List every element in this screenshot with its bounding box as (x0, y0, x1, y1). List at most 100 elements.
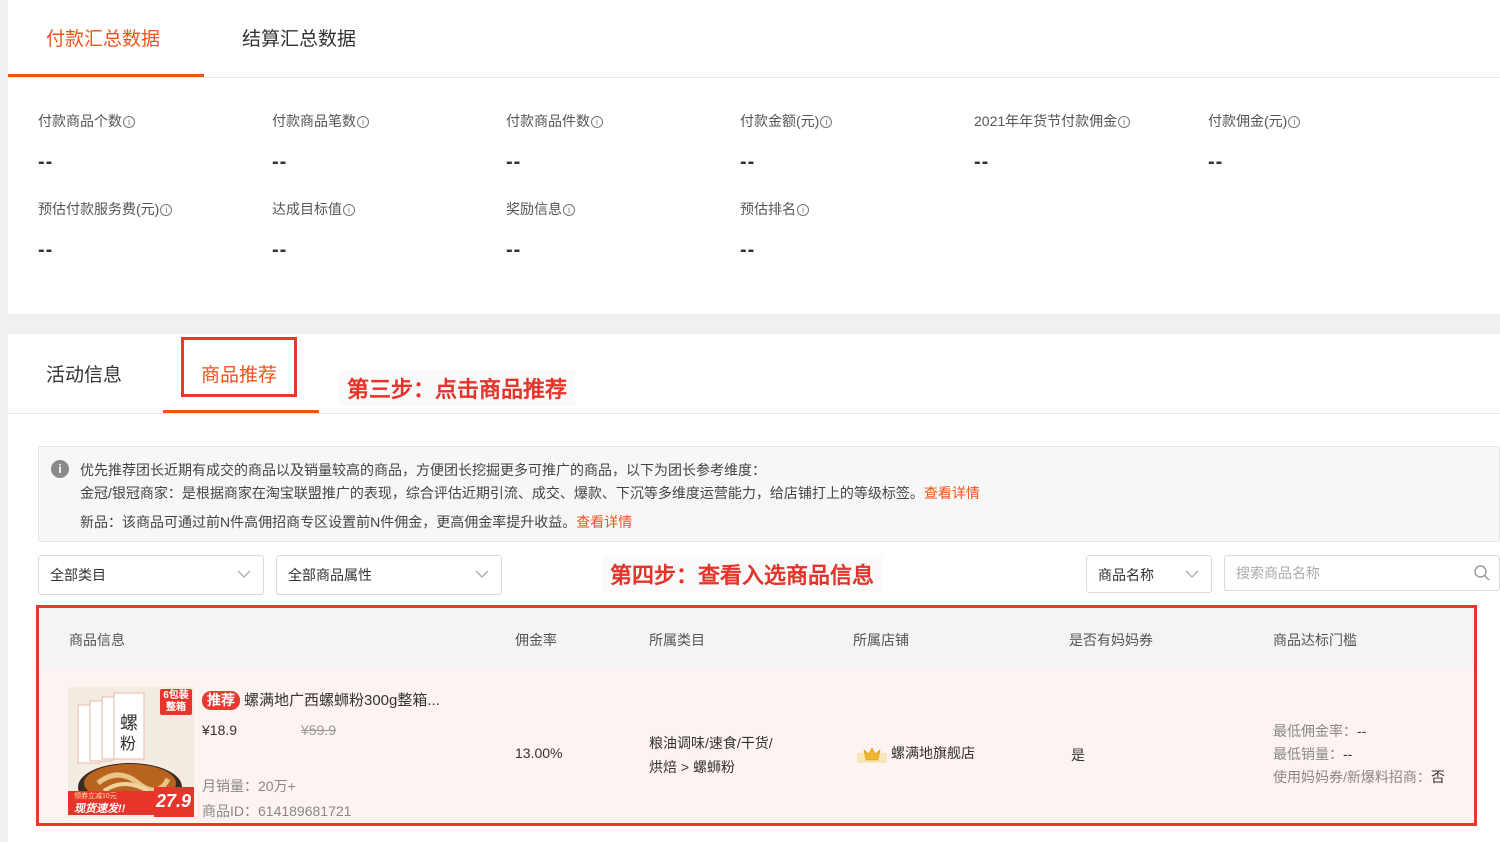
active-tab-underline (8, 74, 204, 77)
info-icon[interactable]: i (797, 204, 809, 216)
info-icon[interactable]: i (160, 204, 173, 216)
search-input[interactable]: 搜索商品名称 (1224, 555, 1500, 591)
threshold-sales-value: -- (1343, 746, 1353, 762)
metric-value: -- (38, 151, 54, 173)
product-original-price: ¥59.9 (301, 722, 337, 738)
metric-label: 预估排名 (740, 201, 796, 217)
info-icon[interactable]: i (820, 116, 833, 128)
category-line-1: 粮油调味/速食/干货/ (649, 735, 773, 751)
thumb-price: 27.9 (156, 791, 192, 811)
header-commission-rate: 佣金率 (515, 632, 557, 648)
metric-value: -- (974, 151, 990, 173)
metric-label: 奖励信息 (506, 201, 562, 217)
view-details-link[interactable]: 查看详情 (924, 485, 980, 501)
shop-cell[interactable]: 螺满地旗舰店 (857, 743, 975, 764)
metric-label: 付款商品个数 (38, 113, 122, 129)
shop-name[interactable]: 螺满地旗舰店 (891, 745, 975, 761)
metric-paid-piece-count: 付款商品件数 i -- (506, 111, 736, 173)
chevron-down-icon (475, 570, 489, 578)
metric-value: -- (272, 151, 288, 173)
tab-payment-summary[interactable]: 付款汇总数据 (46, 24, 160, 51)
product-price: ¥18.9 (202, 722, 238, 738)
header-category: 所属类目 (649, 632, 705, 648)
notice-text: 新品：该商品可通过前N件高佣招商专区设置前N件佣金，更高佣金率提升收益。 (80, 514, 577, 530)
tab-settlement-summary[interactable]: 结算汇总数据 (242, 24, 356, 51)
product-title[interactable]: 螺满地广西螺蛳粉300g整箱... (244, 692, 440, 709)
monthly-sales: 月销量：20万+ (202, 778, 296, 794)
activity-tabs: 活动信息 商品推荐 (8, 334, 1500, 414)
metric-festival-commission: 2021年年货节付款佣金 i -- (974, 111, 1204, 173)
threshold-coupon: 使用妈妈券/新爆料招商：否 (1273, 767, 1445, 787)
product-thumbnail[interactable]: 螺 粉 6包装整箱 领券立减10元 现货速发!! 27.9 (68, 687, 194, 817)
threshold-coupon-value: 否 (1430, 769, 1445, 785)
info-icon[interactable]: i (1288, 116, 1301, 128)
notice-text: 金冠/银冠商家：是根据商家在淘宝联盟推广的表现，综合评估近期引流、成交、爆款、下… (80, 485, 924, 501)
info-circle-icon: i (51, 460, 69, 478)
metric-paid-amount: 付款金额(元) i -- (740, 111, 970, 173)
metric-value: -- (506, 151, 522, 173)
info-icon[interactable]: i (1118, 116, 1131, 128)
header-threshold: 商品达标门槛 (1273, 632, 1357, 648)
metric-label: 付款商品笔数 (272, 113, 356, 129)
search-placeholder: 搜索商品名称 (1236, 565, 1320, 581)
threshold-rate: 最低佣金率：-- (1273, 721, 1366, 741)
recommend-tag: 推荐 (202, 691, 240, 710)
metric-reward-info: 奖励信息 i -- (506, 199, 736, 261)
search-field-select[interactable]: 商品名称 (1086, 555, 1212, 593)
metric-value: -- (38, 239, 54, 261)
header-product-info: 商品信息 (69, 632, 125, 648)
step3-annotation: 第三步：点击商品推荐 (339, 370, 576, 406)
product-id: 商品ID：614189681721 (202, 803, 352, 819)
product-title-line[interactable]: 推荐 螺满地广西螺蛳粉300g整箱... (202, 689, 440, 710)
view-details-link[interactable]: 查看详情 (576, 514, 632, 530)
crown-icon (857, 747, 887, 764)
attribute-select[interactable]: 全部商品属性 (276, 555, 502, 595)
threshold-rate-label: 最低佣金率： (1273, 723, 1357, 739)
metric-label: 预估付款服务费(元) (38, 201, 160, 217)
search-icon[interactable] (1473, 564, 1491, 582)
threshold-sales-label: 最低销量： (1273, 746, 1343, 762)
metric-estimated-service-fee: 预估付款服务费(元) i -- (38, 199, 268, 261)
notice-line-3: 新品：该商品可通过前N件高佣招商专区设置前N件佣金，更高佣金率提升收益。查看详情 (80, 512, 632, 532)
step4-annotation: 第四步：查看入选商品信息 (602, 556, 883, 592)
thumb-badge: 6包装整箱 (163, 690, 189, 713)
metric-value: -- (740, 151, 756, 173)
metric-label: 付款佣金(元) (1208, 113, 1288, 129)
threshold-rate-value: -- (1357, 723, 1367, 739)
summary-card: 付款汇总数据 结算汇总数据 付款商品个数 i -- 付款商品笔数 i -- 付款商品… (8, 0, 1500, 314)
active-tab-underline (163, 410, 319, 413)
metric-paid-item-count: 付款商品个数 i -- (38, 111, 268, 173)
notice-line-1: 优先推荐团长近期有成交的商品以及销量较高的商品，方便团长挖掘更多可推广的商品，以… (80, 462, 766, 478)
metric-label: 2021年年货节付款佣金 (974, 113, 1118, 129)
table-header: 商品信息 佣金率 所属类目 所属店铺 是否有妈妈券 商品达标门槛 (39, 608, 1474, 670)
metric-estimated-rank: 预估排名 i -- (740, 199, 970, 261)
info-icon[interactable]: i (563, 204, 575, 216)
chevron-down-icon (237, 570, 251, 578)
metric-value: -- (272, 239, 288, 261)
notice-line-2: 金冠/银冠商家：是根据商家在淘宝联盟推广的表现，综合评估近期引流、成交、爆款、下… (80, 483, 980, 503)
threshold-sales: 最低销量：-- (1273, 744, 1352, 764)
category-select-value: 全部类目 (50, 567, 106, 583)
recommendation-card: 活动信息 商品推荐 第三步：点击商品推荐 i 优先推荐团长近期有成交的商品以及销… (8, 334, 1500, 842)
svg-text:粉: 粉 (120, 734, 136, 753)
metric-paid-commission: 付款佣金(元) i -- (1208, 111, 1438, 173)
notice-box: i 优先推荐团长近期有成交的商品以及销量较高的商品，方便团长挖掘更多可推广的商品… (38, 446, 1500, 542)
chevron-down-icon (1185, 570, 1199, 578)
info-icon[interactable]: i (123, 116, 135, 128)
metric-label: 达成目标值 (272, 201, 342, 217)
metric-label: 付款商品件数 (506, 113, 590, 129)
info-icon[interactable]: i (357, 116, 369, 128)
metric-target-value: 达成目标值 i -- (272, 199, 502, 261)
metric-paid-order-count: 付款商品笔数 i -- (272, 111, 502, 173)
metric-value: -- (1208, 151, 1224, 173)
category-line-2: 烘焙 > 螺蛳粉 (649, 759, 735, 775)
header-shop: 所属店铺 (853, 632, 909, 648)
table-row[interactable]: 螺 粉 6包装整箱 领券立减10元 现货速发!! 27.9 推荐 螺满地广西螺蛳粉… (39, 670, 1474, 823)
category-select[interactable]: 全部类目 (38, 555, 264, 595)
info-icon[interactable]: i (343, 204, 355, 216)
metric-label: 付款金额(元) (740, 113, 820, 129)
tab-activity-info[interactable]: 活动信息 (46, 360, 122, 387)
info-icon[interactable]: i (591, 116, 603, 128)
metric-value: -- (740, 239, 756, 261)
thumb-banner: 现货速发!! (74, 803, 126, 815)
